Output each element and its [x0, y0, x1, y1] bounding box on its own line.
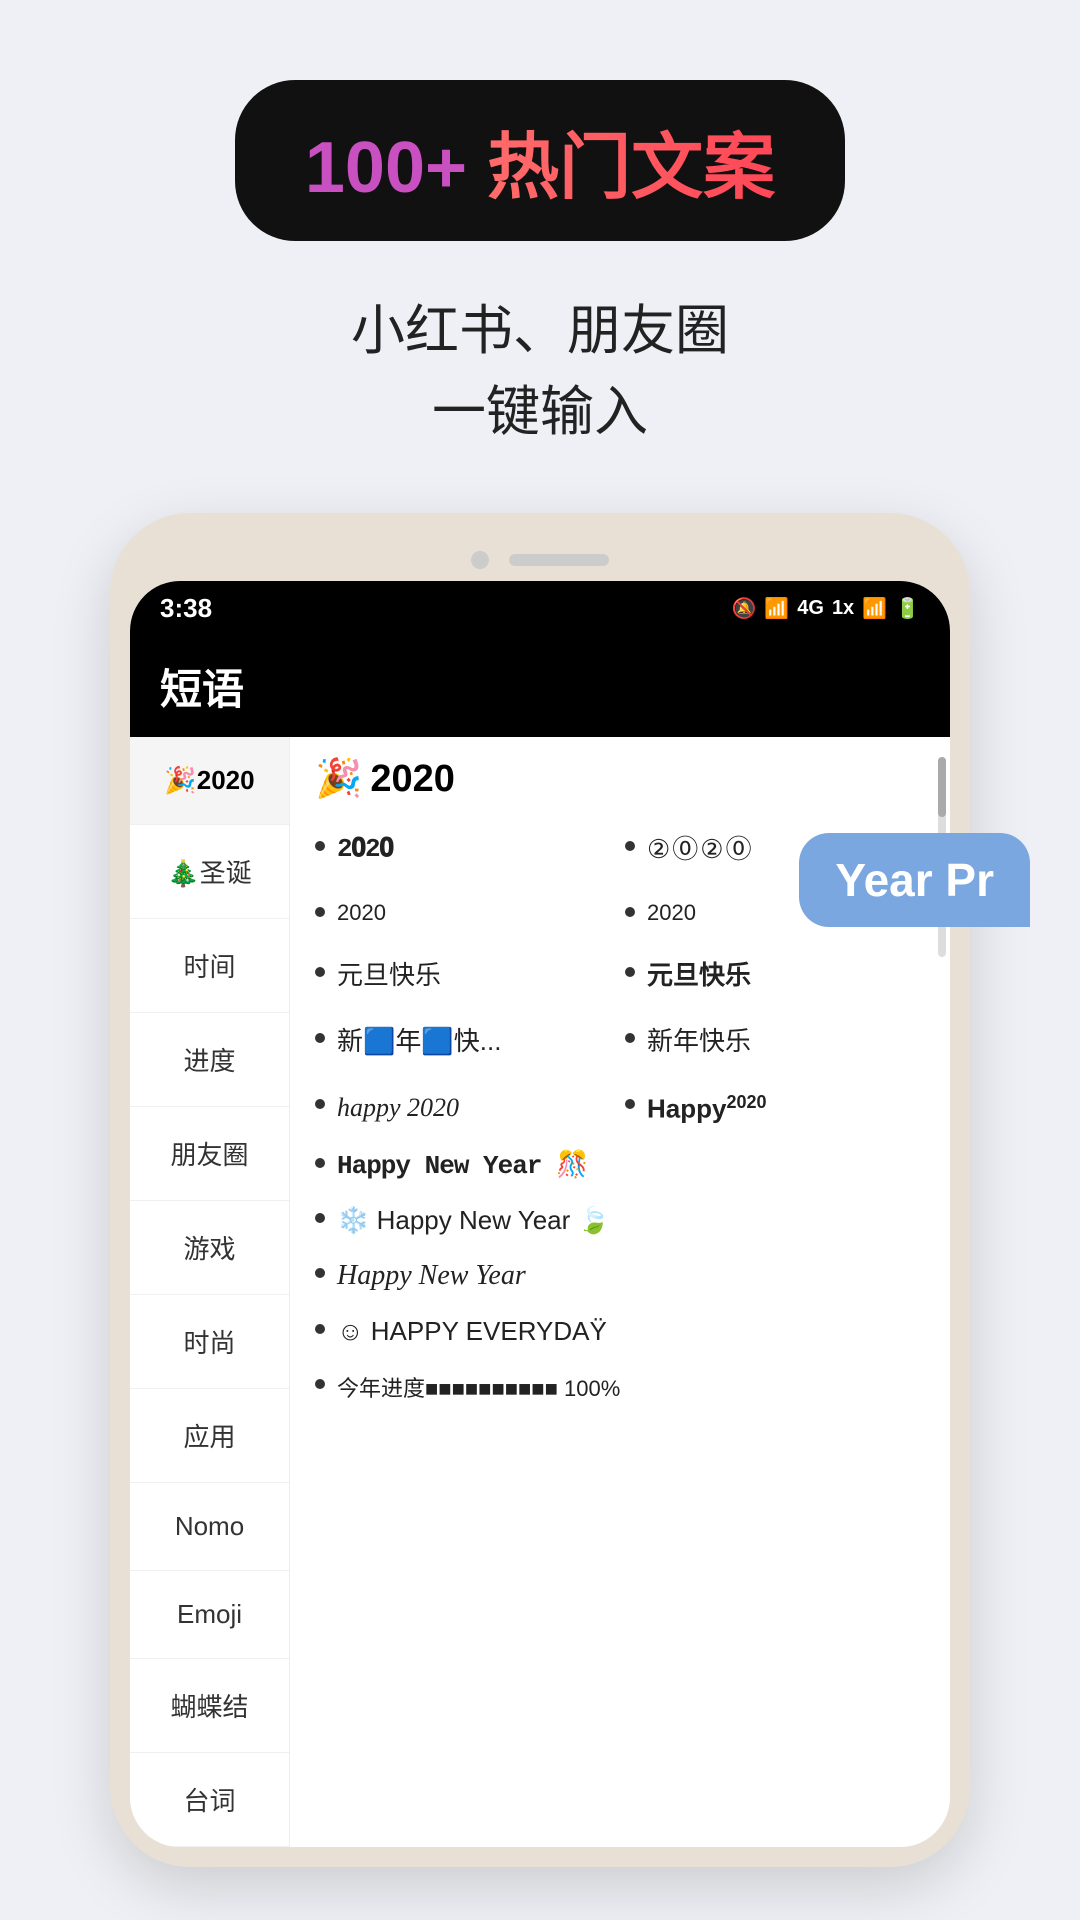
- content-title: 🎉 2020: [315, 757, 925, 801]
- bullet-icon: [315, 1213, 325, 1223]
- sidebar-item-bow[interactable]: 蝴蝶结: [130, 1659, 289, 1753]
- item-text-2020-circled: ②⓪②⓪: [647, 833, 754, 867]
- item-text-progress: 今年进度■■■■■■■■■■ 100%: [337, 1371, 620, 1403]
- item-text-2020-style1: 2𝟎2𝟎: [337, 833, 393, 867]
- sidebar-item-christmas[interactable]: 🎄圣诞: [130, 825, 289, 919]
- list-item[interactable]: happy 2020: [315, 1079, 615, 1138]
- list-item[interactable]: 2020: [315, 887, 615, 940]
- item-text-happy-italic: happy 2020: [337, 1091, 459, 1125]
- scrollbar-thumb: [938, 757, 946, 817]
- content-emoji: 🎉: [315, 757, 362, 801]
- wifi-icon: 📶: [764, 596, 789, 621]
- phone-mockup: 3:38 🔕 📶 4G 1x 📶 🔋 短语 🎉2020: [110, 513, 970, 1867]
- item-text-happy-cursive: Happy New Year: [337, 1260, 526, 1292]
- status-icons: 🔕 📶 4G 1x 📶 🔋: [731, 596, 920, 621]
- network-label2: 1x: [832, 597, 854, 620]
- subtitle: 小红书、朋友圈 一键输入: [351, 291, 729, 453]
- item-text-happy-bold: Happy2020: [647, 1091, 767, 1126]
- badge-number: 100+: [305, 128, 467, 208]
- bullet-icon: [315, 1033, 325, 1043]
- bullet-icon: [625, 1099, 635, 1109]
- bullet-icon: [625, 907, 635, 917]
- list-item[interactable]: 今年进度■■■■■■■■■■ 100%: [315, 1359, 925, 1415]
- status-bar: 3:38 🔕 📶 4G 1x 📶 🔋: [130, 581, 950, 636]
- badge-text: 热门文案: [487, 128, 775, 208]
- bullet-icon: [315, 1324, 325, 1334]
- bullet-icon: [315, 1158, 325, 1168]
- item-text-yuandan1: 元旦快乐: [337, 959, 441, 993]
- sidebar-item-moments[interactable]: 朋友圈: [130, 1107, 289, 1201]
- sidebar-item-2020[interactable]: 🎉2020: [130, 737, 289, 825]
- tooltip-text: Year Pr: [835, 854, 994, 906]
- sidebar-item-app[interactable]: 应用: [130, 1389, 289, 1483]
- subtitle-line1: 小红书、朋友圈: [351, 291, 729, 372]
- list-item[interactable]: 新🟦年🟦快...: [315, 1013, 615, 1071]
- sidebar-item-nomo[interactable]: Nomo: [130, 1483, 289, 1571]
- bullet-icon: [315, 967, 325, 977]
- phone-screen: 3:38 🔕 📶 4G 1x 📶 🔋 短语 🎉2020: [130, 581, 950, 1847]
- bullet-icon: [315, 1268, 325, 1278]
- list-item[interactable]: 元旦快乐: [315, 947, 615, 1005]
- phone-outer: 3:38 🔕 📶 4G 1x 📶 🔋 短语 🎉2020: [110, 513, 970, 1867]
- sidebar: 🎉2020 🎄圣诞 时间 进度 朋友圈 游戏 时尚 应用 Nomo Emoji …: [130, 737, 290, 1847]
- app-title: 短语: [160, 666, 244, 713]
- phone-speaker: [509, 554, 609, 566]
- item-text-happy-new-year-emoji: Happy New Year 🎊: [337, 1150, 587, 1181]
- item-text-happy-everyday: ☺ HAPPY EVERYDAŸ: [337, 1316, 607, 1347]
- list-item[interactable]: 新年快乐: [625, 1013, 925, 1071]
- item-text-yuandan2: 元旦快乐: [647, 959, 751, 993]
- phone-camera: [471, 551, 489, 569]
- top-badge: 100+ 热门文案: [235, 80, 845, 241]
- sidebar-item-game[interactable]: 游戏: [130, 1201, 289, 1295]
- bullet-icon: [625, 967, 635, 977]
- item-text-2020-small2: 2020: [647, 899, 696, 928]
- item-text-newyear-box: 新🟦年🟦快...: [337, 1025, 501, 1059]
- list-item[interactable]: Happy2020: [625, 1079, 925, 1138]
- network-label: 4G: [797, 597, 824, 620]
- sidebar-item-emoji[interactable]: Emoji: [130, 1571, 289, 1659]
- list-item[interactable]: 2𝟎2𝟎: [315, 821, 615, 879]
- list-item[interactable]: 元旦快乐: [625, 947, 925, 1005]
- subtitle-line2: 一键输入: [351, 372, 729, 453]
- sidebar-item-progress[interactable]: 进度: [130, 1013, 289, 1107]
- bullet-icon: [625, 841, 635, 851]
- sidebar-item-fashion[interactable]: 时尚: [130, 1295, 289, 1389]
- app-header: 短语: [130, 636, 950, 737]
- bullet-icon: [625, 1033, 635, 1043]
- item-text-happy-snowflake: ❄️ Happy New Year 🍃: [337, 1205, 610, 1236]
- sidebar-item-lines[interactable]: 台词: [130, 1753, 289, 1847]
- bullet-icon: [315, 1099, 325, 1109]
- signal-icon: 📶: [862, 596, 887, 621]
- bullet-icon: [315, 841, 325, 851]
- list-item[interactable]: ❄️ Happy New Year 🍃: [315, 1193, 925, 1248]
- item-text-2020-small1: 2020: [337, 899, 386, 928]
- list-item[interactable]: ☺ HAPPY EVERYDAŸ: [315, 1304, 925, 1359]
- list-item[interactable]: Happy New Year 🎊: [315, 1138, 925, 1193]
- bullet-icon: [315, 907, 325, 917]
- list-item[interactable]: Happy New Year: [315, 1248, 925, 1304]
- bullet-icon: [315, 1379, 325, 1389]
- phone-top-bar: [130, 533, 950, 581]
- tooltip-bubble: Year Pr: [799, 833, 1030, 927]
- content-year: 2020: [370, 758, 455, 801]
- status-time: 3:38: [160, 593, 212, 624]
- mute-icon: 🔕: [731, 596, 756, 621]
- battery-icon: 🔋: [895, 596, 920, 621]
- sidebar-item-time[interactable]: 时间: [130, 919, 289, 1013]
- item-text-newyear2: 新年快乐: [647, 1025, 751, 1059]
